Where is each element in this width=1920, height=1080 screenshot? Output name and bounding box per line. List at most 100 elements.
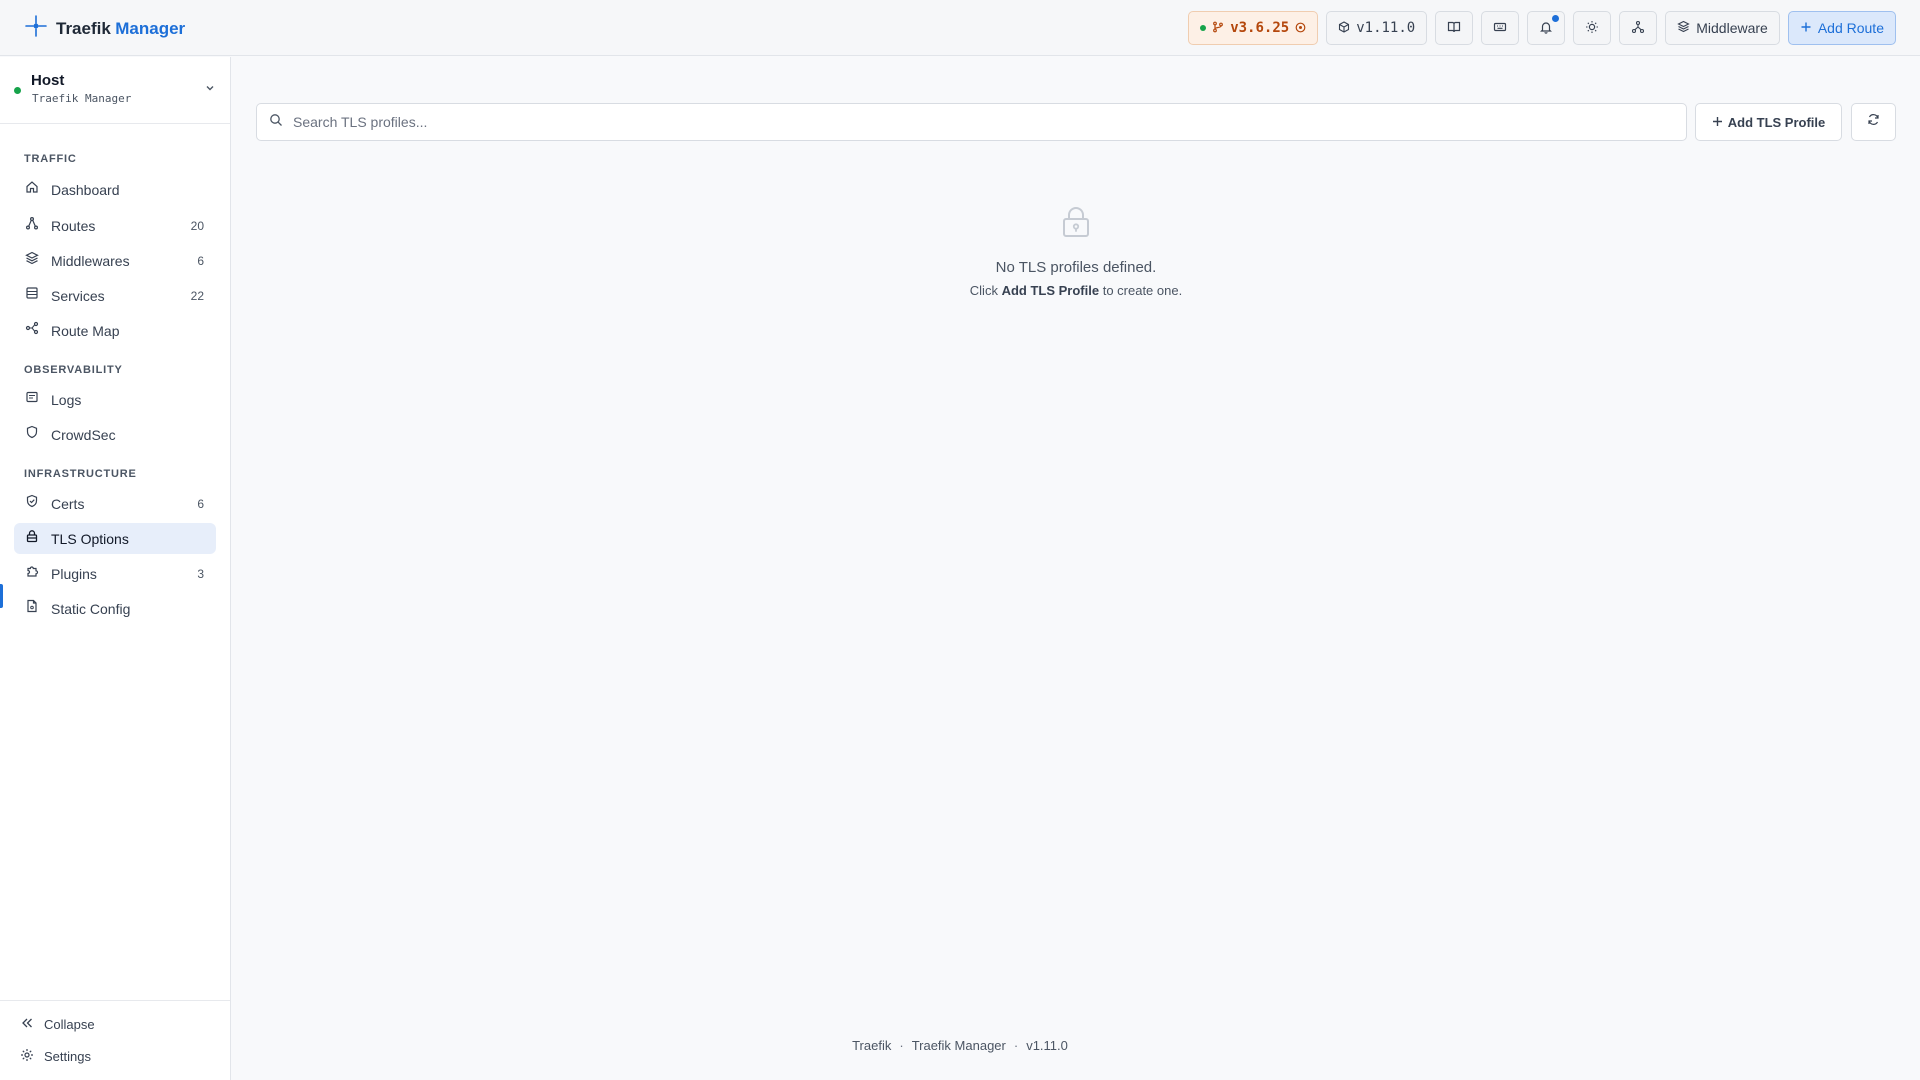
sidebar-item-route-map[interactable]: Route Map [14, 315, 216, 346]
sun-icon [1585, 20, 1599, 37]
keyboard-shortcuts-button[interactable] [1481, 11, 1520, 45]
refresh-button[interactable] [1851, 103, 1896, 141]
middleware-label: Middleware [1696, 20, 1768, 36]
sidebar-item-label: Routes [51, 217, 96, 234]
section-label-infrastructure: INFRASTRUCTURE [24, 468, 137, 480]
topology-button[interactable] [1619, 11, 1658, 45]
sidebar-item-label: Static Config [51, 600, 131, 617]
page-footer: Traefik · Traefik Manager · v1.11.0 [232, 1038, 1688, 1053]
add-tls-profile-label: Add TLS Profile [1727, 114, 1826, 130]
active-indicator [0, 584, 3, 608]
traefik-version: v3.6.25 [1230, 20, 1290, 36]
book-icon [1447, 20, 1461, 37]
brand-primary: Traefik [56, 18, 111, 38]
empty-hint-prefix: Click [969, 283, 998, 298]
sidebar-item-count: 20 [190, 218, 204, 233]
host-selector[interactable]: Host Traefik Manager [0, 57, 230, 124]
sidebar-footer: Collapse Settings [0, 1000, 230, 1080]
chevron-down-icon [204, 81, 216, 99]
shield-icon [25, 425, 39, 444]
add-route-button[interactable]: Add Route [1787, 11, 1896, 45]
sidebar-item-label: Services [51, 287, 105, 304]
search-icon [269, 113, 283, 132]
sidebar-item-dashboard[interactable]: Dashboard [14, 174, 216, 205]
traefik-version-badge[interactable]: v3.6.25 [1188, 11, 1319, 45]
target-icon [1295, 20, 1306, 36]
sidebar-item-count: 22 [190, 288, 204, 303]
footer-traefik: Traefik [852, 1038, 892, 1053]
sidebar-item-routes[interactable]: Routes 20 [14, 210, 216, 241]
sidebar-item-label: Dashboard [51, 181, 120, 198]
empty-hint-suffix: to create one. [1102, 283, 1183, 298]
section-label-traffic: TRAFFIC [24, 153, 77, 165]
empty-hint-action: Add TLS Profile [1001, 283, 1100, 298]
app-version-badge[interactable]: v1.11.0 [1326, 11, 1428, 45]
notifications-button[interactable] [1527, 11, 1566, 45]
add-tls-profile-button[interactable]: Add TLS Profile [1695, 103, 1842, 141]
host-title: Host [31, 72, 65, 89]
gear-icon [20, 1048, 34, 1065]
keyboard-icon [1493, 20, 1507, 37]
sidebar-item-label: Route Map [51, 322, 120, 339]
refresh-icon [1867, 113, 1880, 131]
puzzle-icon [25, 564, 39, 583]
sidebar-item-crowdsec[interactable]: CrowdSec [14, 419, 216, 450]
sidebar-item-tls-options[interactable]: TLS Options [14, 523, 216, 554]
empty-state-hint: Click Add TLS Profile to create one. [900, 283, 1252, 298]
sidebar-item-label: CrowdSec [51, 426, 116, 443]
footer-app-name: Traefik Manager [911, 1038, 1006, 1053]
home-icon [25, 180, 39, 199]
brand-logo[interactable]: Traefik Manager [24, 14, 185, 43]
lock-icon [25, 529, 39, 548]
settings-button[interactable]: Settings [20, 1048, 91, 1065]
shield-check-icon [25, 494, 39, 513]
map-icon [25, 321, 39, 340]
plus-icon [1800, 20, 1812, 36]
lock-icon [1061, 207, 1091, 242]
sidebar-item-static-config[interactable]: Static Config [14, 593, 216, 624]
plus-icon [1712, 115, 1723, 130]
notification-indicator [1552, 15, 1560, 22]
host-subtitle: Traefik Manager [32, 92, 132, 105]
sidebar-item-certs[interactable]: Certs 6 [14, 488, 216, 519]
brand-accent: Manager [115, 18, 186, 38]
settings-label: Settings [44, 1049, 91, 1064]
add-route-label: Add Route [1817, 20, 1884, 36]
footer-version: v1.11.0 [1026, 1038, 1068, 1053]
sidebar-item-count: 3 [197, 566, 204, 581]
empty-state: No TLS profiles defined. Click Add TLS P… [900, 206, 1252, 298]
file-icon [25, 599, 39, 618]
middleware-button[interactable]: Middleware [1665, 11, 1780, 45]
collapse-button[interactable]: Collapse [20, 1016, 95, 1033]
sidebar-item-count: 6 [197, 496, 204, 511]
docs-button[interactable] [1435, 11, 1474, 45]
package-icon [1338, 20, 1350, 36]
collapse-label: Collapse [44, 1017, 95, 1032]
status-dot [1200, 25, 1207, 31]
theme-toggle-button[interactable] [1573, 11, 1612, 45]
sidebar: Host Traefik Manager TRAFFIC Dashboard R… [0, 57, 231, 1080]
top-header: Traefik Manager v3.6.25 v1.11.0 Middlewa… [0, 0, 1920, 56]
server-icon [25, 286, 39, 305]
sidebar-item-logs[interactable]: Logs [14, 384, 216, 415]
sidebar-item-label: Plugins [51, 565, 97, 582]
app-version: v1.11.0 [1356, 20, 1416, 36]
footer-separator: · [1013, 1038, 1019, 1053]
git-branch-icon [1212, 20, 1224, 36]
search-input[interactable] [293, 114, 1643, 130]
sidebar-item-label: Certs [51, 495, 85, 512]
search-field[interactable] [256, 103, 1687, 141]
traefik-logo-icon [24, 14, 48, 43]
sidebar-item-label: Middlewares [51, 252, 130, 269]
footer-separator: · [899, 1038, 904, 1053]
sidebar-item-count: 6 [197, 253, 204, 268]
sidebar-item-middlewares[interactable]: Middlewares 6 [14, 245, 216, 276]
sidebar-item-services[interactable]: Services 22 [14, 280, 216, 311]
empty-state-title: No TLS profiles defined. [995, 259, 1157, 276]
sidebar-item-plugins[interactable]: Plugins 3 [14, 558, 216, 589]
chevrons-left-icon [20, 1016, 34, 1033]
layers-icon [1677, 20, 1690, 36]
sidebar-item-label: Logs [51, 391, 82, 408]
sidebar-item-label: TLS Options [51, 530, 129, 547]
host-status-dot [14, 87, 21, 94]
